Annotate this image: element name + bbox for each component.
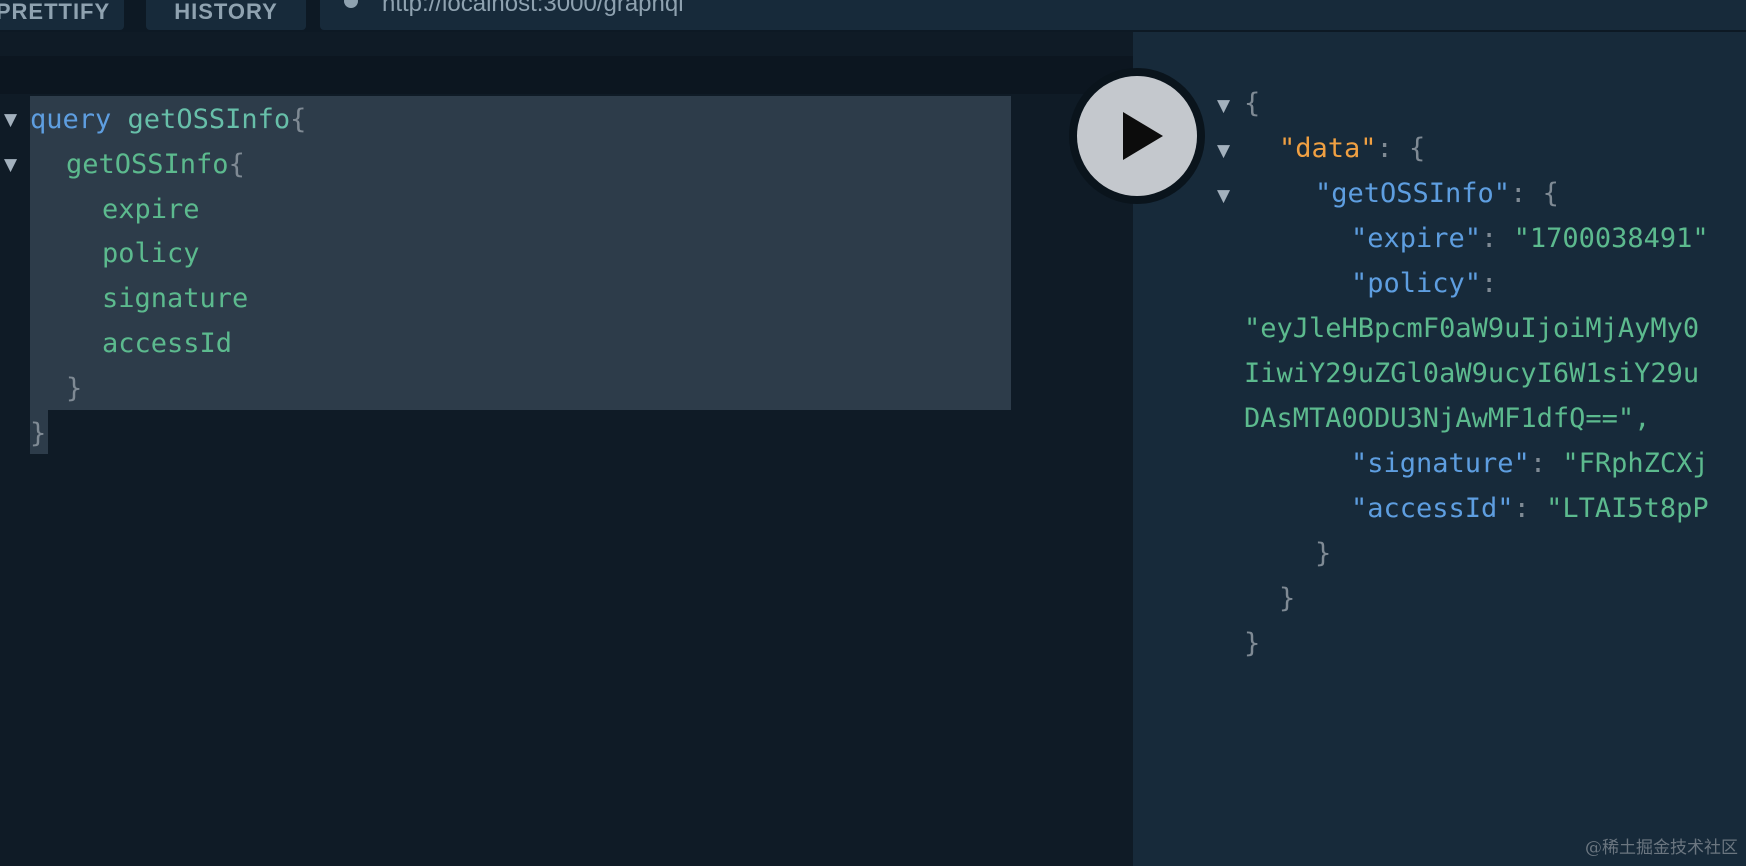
query-line-4: policy bbox=[102, 238, 200, 269]
endpoint-url-bar[interactable]: http://localhost:3000/graphql bbox=[320, 0, 1746, 30]
result-line-2: "data": { bbox=[1279, 133, 1426, 164]
result-line-3: "getOSSInfo": { bbox=[1315, 178, 1559, 209]
query-line-7: } bbox=[66, 373, 83, 404]
watermark: @稀土掘金技术社区 bbox=[1585, 838, 1738, 858]
execute-button-ring bbox=[1069, 68, 1205, 204]
query-line-8: } bbox=[30, 418, 47, 449]
query-line-2: getOSSInfo{ bbox=[66, 149, 245, 180]
play-icon bbox=[1123, 112, 1163, 160]
result-line-5: "policy": bbox=[1351, 268, 1498, 299]
result-line-7: IiwiY29uZGl0aW9ucyI6W1siY29u bbox=[1244, 358, 1700, 389]
fold-triangle-down-icon[interactable]: ▼ bbox=[1217, 141, 1230, 161]
editor-tab-strip bbox=[0, 56, 1133, 94]
query-line-1: query getOSSInfo{ bbox=[30, 104, 307, 135]
execute-query-button[interactable] bbox=[1077, 76, 1197, 196]
endpoint-url[interactable]: http://localhost:3000/graphql bbox=[382, 0, 684, 18]
result-line-13: } bbox=[1244, 628, 1261, 659]
status-dot-icon bbox=[344, 0, 358, 8]
result-line-8: DAsMTA0ODU3NjAwMF1dfQ==", bbox=[1244, 403, 1651, 434]
result-line-9: "signature": "FRphZCXj bbox=[1351, 448, 1709, 479]
result-line-4: "expire": "1700038491" bbox=[1351, 223, 1709, 254]
result-line-12: } bbox=[1279, 583, 1296, 614]
query-line-3: expire bbox=[102, 194, 200, 225]
result-line-1: { bbox=[1244, 88, 1261, 119]
prettify-button[interactable]: PRETTIFY bbox=[0, 0, 124, 30]
fold-triangle-down-icon[interactable]: ▼ bbox=[4, 110, 17, 130]
query-line-6: accessId bbox=[102, 328, 233, 359]
fold-triangle-down-icon[interactable]: ▼ bbox=[4, 155, 17, 175]
fold-triangle-down-icon[interactable]: ▼ bbox=[1217, 186, 1230, 206]
result-line-6: "eyJleHBpcmF0aW9uIjoiMjAyMy0 bbox=[1244, 313, 1700, 344]
result-line-10: "accessId": "LTAI5t8pP bbox=[1351, 493, 1709, 524]
history-button[interactable]: HISTORY bbox=[146, 0, 306, 30]
query-line-5: signature bbox=[102, 283, 249, 314]
fold-triangle-down-icon[interactable]: ▼ bbox=[1217, 96, 1230, 116]
result-line-11: } bbox=[1315, 538, 1332, 569]
